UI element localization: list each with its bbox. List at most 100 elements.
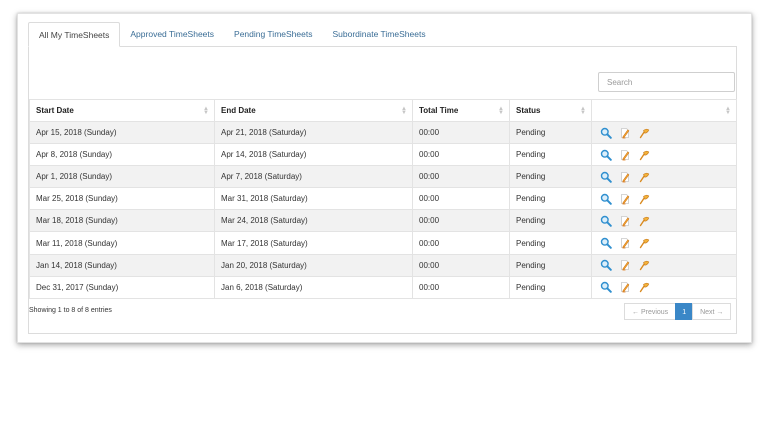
column-header-label: End Date bbox=[221, 106, 256, 115]
edit-icon[interactable] bbox=[619, 127, 631, 139]
end-date-cell: Jan 20, 2018 (Saturday) bbox=[214, 253, 413, 277]
actions-cell bbox=[591, 187, 737, 211]
table-header-row: Start Date ▲ ▼ End Date ▲ ▼ Total Time ▲ ▼ … bbox=[29, 99, 737, 122]
total-time-cell: 00:00 bbox=[412, 165, 510, 189]
end-date-cell: Jan 6, 2018 (Saturday) bbox=[214, 275, 413, 299]
submit-icon[interactable] bbox=[638, 149, 650, 161]
total-time-cell: 00:00 bbox=[412, 275, 510, 299]
edit-icon[interactable] bbox=[619, 171, 631, 183]
submit-icon[interactable] bbox=[638, 193, 650, 205]
edit-icon[interactable] bbox=[619, 149, 631, 161]
status-cell: Pending bbox=[509, 253, 592, 277]
pagination: ← Previous 1 Next → bbox=[624, 303, 732, 320]
start-date-cell: Mar 25, 2018 (Sunday) bbox=[29, 187, 215, 211]
end-date-cell: Mar 31, 2018 (Saturday) bbox=[214, 187, 413, 211]
total-time-cell: 00:00 bbox=[412, 209, 510, 233]
view-icon[interactable] bbox=[600, 127, 612, 139]
column-header-total-time[interactable]: Total Time ▲ ▼ bbox=[412, 99, 510, 122]
edit-icon[interactable] bbox=[619, 215, 631, 227]
submit-icon[interactable] bbox=[638, 215, 650, 227]
column-header-status[interactable]: Status ▲ ▼ bbox=[509, 99, 592, 122]
table-row: Mar 25, 2018 (Sunday) Mar 31, 2018 (Satur… bbox=[29, 187, 737, 211]
submit-icon[interactable] bbox=[638, 171, 650, 183]
end-date-cell: Mar 24, 2018 (Saturday) bbox=[214, 209, 413, 233]
start-date-cell: Apr 1, 2018 (Sunday) bbox=[29, 165, 215, 189]
end-date-cell: Apr 7, 2018 (Saturday) bbox=[214, 165, 413, 189]
edit-icon[interactable] bbox=[619, 281, 631, 293]
submit-icon[interactable] bbox=[638, 127, 650, 139]
start-date-cell: Jan 14, 2018 (Sunday) bbox=[29, 253, 215, 277]
actions-cell bbox=[591, 253, 737, 277]
view-icon[interactable] bbox=[600, 237, 612, 249]
view-icon[interactable] bbox=[600, 259, 612, 271]
edit-icon[interactable] bbox=[619, 237, 631, 249]
next-page-button[interactable]: Next → bbox=[692, 303, 732, 320]
table-row: Jan 14, 2018 (Sunday) Jan 20, 2018 (Satur… bbox=[29, 253, 737, 277]
entries-info: Showing 1 to 8 of 8 entries bbox=[29, 307, 112, 314]
row-actions bbox=[598, 281, 730, 294]
view-icon[interactable] bbox=[600, 171, 612, 183]
actions-cell bbox=[591, 120, 737, 145]
end-date-cell: Apr 14, 2018 (Saturday) bbox=[214, 143, 413, 167]
end-date-cell: Mar 17, 2018 (Saturday) bbox=[214, 231, 413, 255]
status-cell: Pending bbox=[509, 165, 592, 189]
status-cell: Pending bbox=[509, 120, 592, 145]
row-actions bbox=[598, 193, 730, 205]
tab-approved-timesheets[interactable]: Approved TimeSheets bbox=[120, 22, 224, 47]
status-cell: Pending bbox=[509, 231, 592, 255]
edit-icon[interactable] bbox=[619, 259, 631, 271]
search-input[interactable] bbox=[598, 72, 735, 92]
submit-icon[interactable] bbox=[638, 259, 650, 271]
sort-icon: ▲ ▼ bbox=[401, 106, 407, 116]
sort-icon: ▲ ▼ bbox=[580, 106, 586, 116]
tab-subordinate-timesheets[interactable]: Subordinate TimeSheets bbox=[322, 22, 435, 47]
table-row: Dec 31, 2017 (Sunday) Jan 6, 2018 (Saturd… bbox=[29, 275, 737, 299]
column-header-label: Start Date bbox=[36, 106, 74, 115]
start-date-cell: Dec 31, 2017 (Sunday) bbox=[29, 275, 215, 299]
total-time-cell: 00:00 bbox=[412, 120, 510, 145]
status-cell: Pending bbox=[509, 275, 592, 299]
start-date-cell: Mar 18, 2018 (Sunday) bbox=[29, 209, 215, 233]
previous-page-button[interactable]: ← Previous bbox=[624, 303, 677, 320]
timesheets-panel: All My TimeSheets Approved TimeSheets Pe… bbox=[17, 13, 752, 343]
submit-icon[interactable] bbox=[638, 281, 650, 293]
row-actions bbox=[598, 237, 730, 249]
sort-icon: ▲ ▼ bbox=[725, 106, 731, 116]
row-actions bbox=[598, 127, 730, 139]
view-icon[interactable] bbox=[600, 281, 612, 294]
page-1-button[interactable]: 1 bbox=[675, 303, 694, 320]
edit-icon[interactable] bbox=[619, 193, 631, 205]
row-actions bbox=[598, 215, 730, 227]
table-row: Apr 15, 2018 (Sunday) Apr 21, 2018 (Satur… bbox=[29, 120, 737, 145]
table-row: Mar 18, 2018 (Sunday) Mar 24, 2018 (Satur… bbox=[29, 209, 737, 233]
total-time-cell: 00:00 bbox=[412, 143, 510, 167]
status-cell: Pending bbox=[509, 209, 592, 233]
row-actions bbox=[598, 149, 730, 161]
tab-pending-timesheets[interactable]: Pending TimeSheets bbox=[224, 22, 322, 47]
table-row: Apr 1, 2018 (Sunday) Apr 7, 2018 (Saturda… bbox=[29, 165, 737, 189]
table-row: Mar 11, 2018 (Sunday) Mar 17, 2018 (Satur… bbox=[29, 231, 737, 255]
table-body: Apr 15, 2018 (Sunday) Apr 21, 2018 (Satur… bbox=[29, 120, 737, 299]
status-cell: Pending bbox=[509, 187, 592, 211]
actions-cell bbox=[591, 209, 737, 233]
start-date-cell: Mar 11, 2018 (Sunday) bbox=[29, 231, 215, 255]
submit-icon[interactable] bbox=[638, 237, 650, 249]
view-icon[interactable] bbox=[600, 215, 612, 227]
start-date-cell: Apr 8, 2018 (Sunday) bbox=[29, 143, 215, 167]
column-header-end-date[interactable]: End Date ▲ ▼ bbox=[214, 99, 413, 122]
actions-cell bbox=[591, 165, 737, 189]
tab-all-my-timesheets[interactable]: All My TimeSheets bbox=[28, 22, 121, 47]
column-header-label: Status bbox=[516, 106, 541, 115]
total-time-cell: 00:00 bbox=[412, 187, 510, 211]
actions-cell bbox=[591, 143, 737, 167]
column-header-label: Total Time bbox=[419, 106, 459, 115]
total-time-cell: 00:00 bbox=[412, 231, 510, 255]
view-icon[interactable] bbox=[600, 149, 612, 161]
actions-cell bbox=[591, 275, 737, 299]
column-header-start-date[interactable]: Start Date ▲ ▼ bbox=[29, 99, 215, 122]
view-icon[interactable] bbox=[600, 193, 612, 205]
sort-icon: ▲ ▼ bbox=[203, 106, 209, 116]
column-header-actions[interactable]: ▲ ▼ bbox=[591, 99, 737, 122]
timesheet-table: Start Date ▲ ▼ End Date ▲ ▼ Total Time ▲ ▼ … bbox=[29, 99, 737, 299]
tab-content: Start Date ▲▼ End Date ▲▼ Total Time ▲▼ … bbox=[28, 46, 737, 334]
